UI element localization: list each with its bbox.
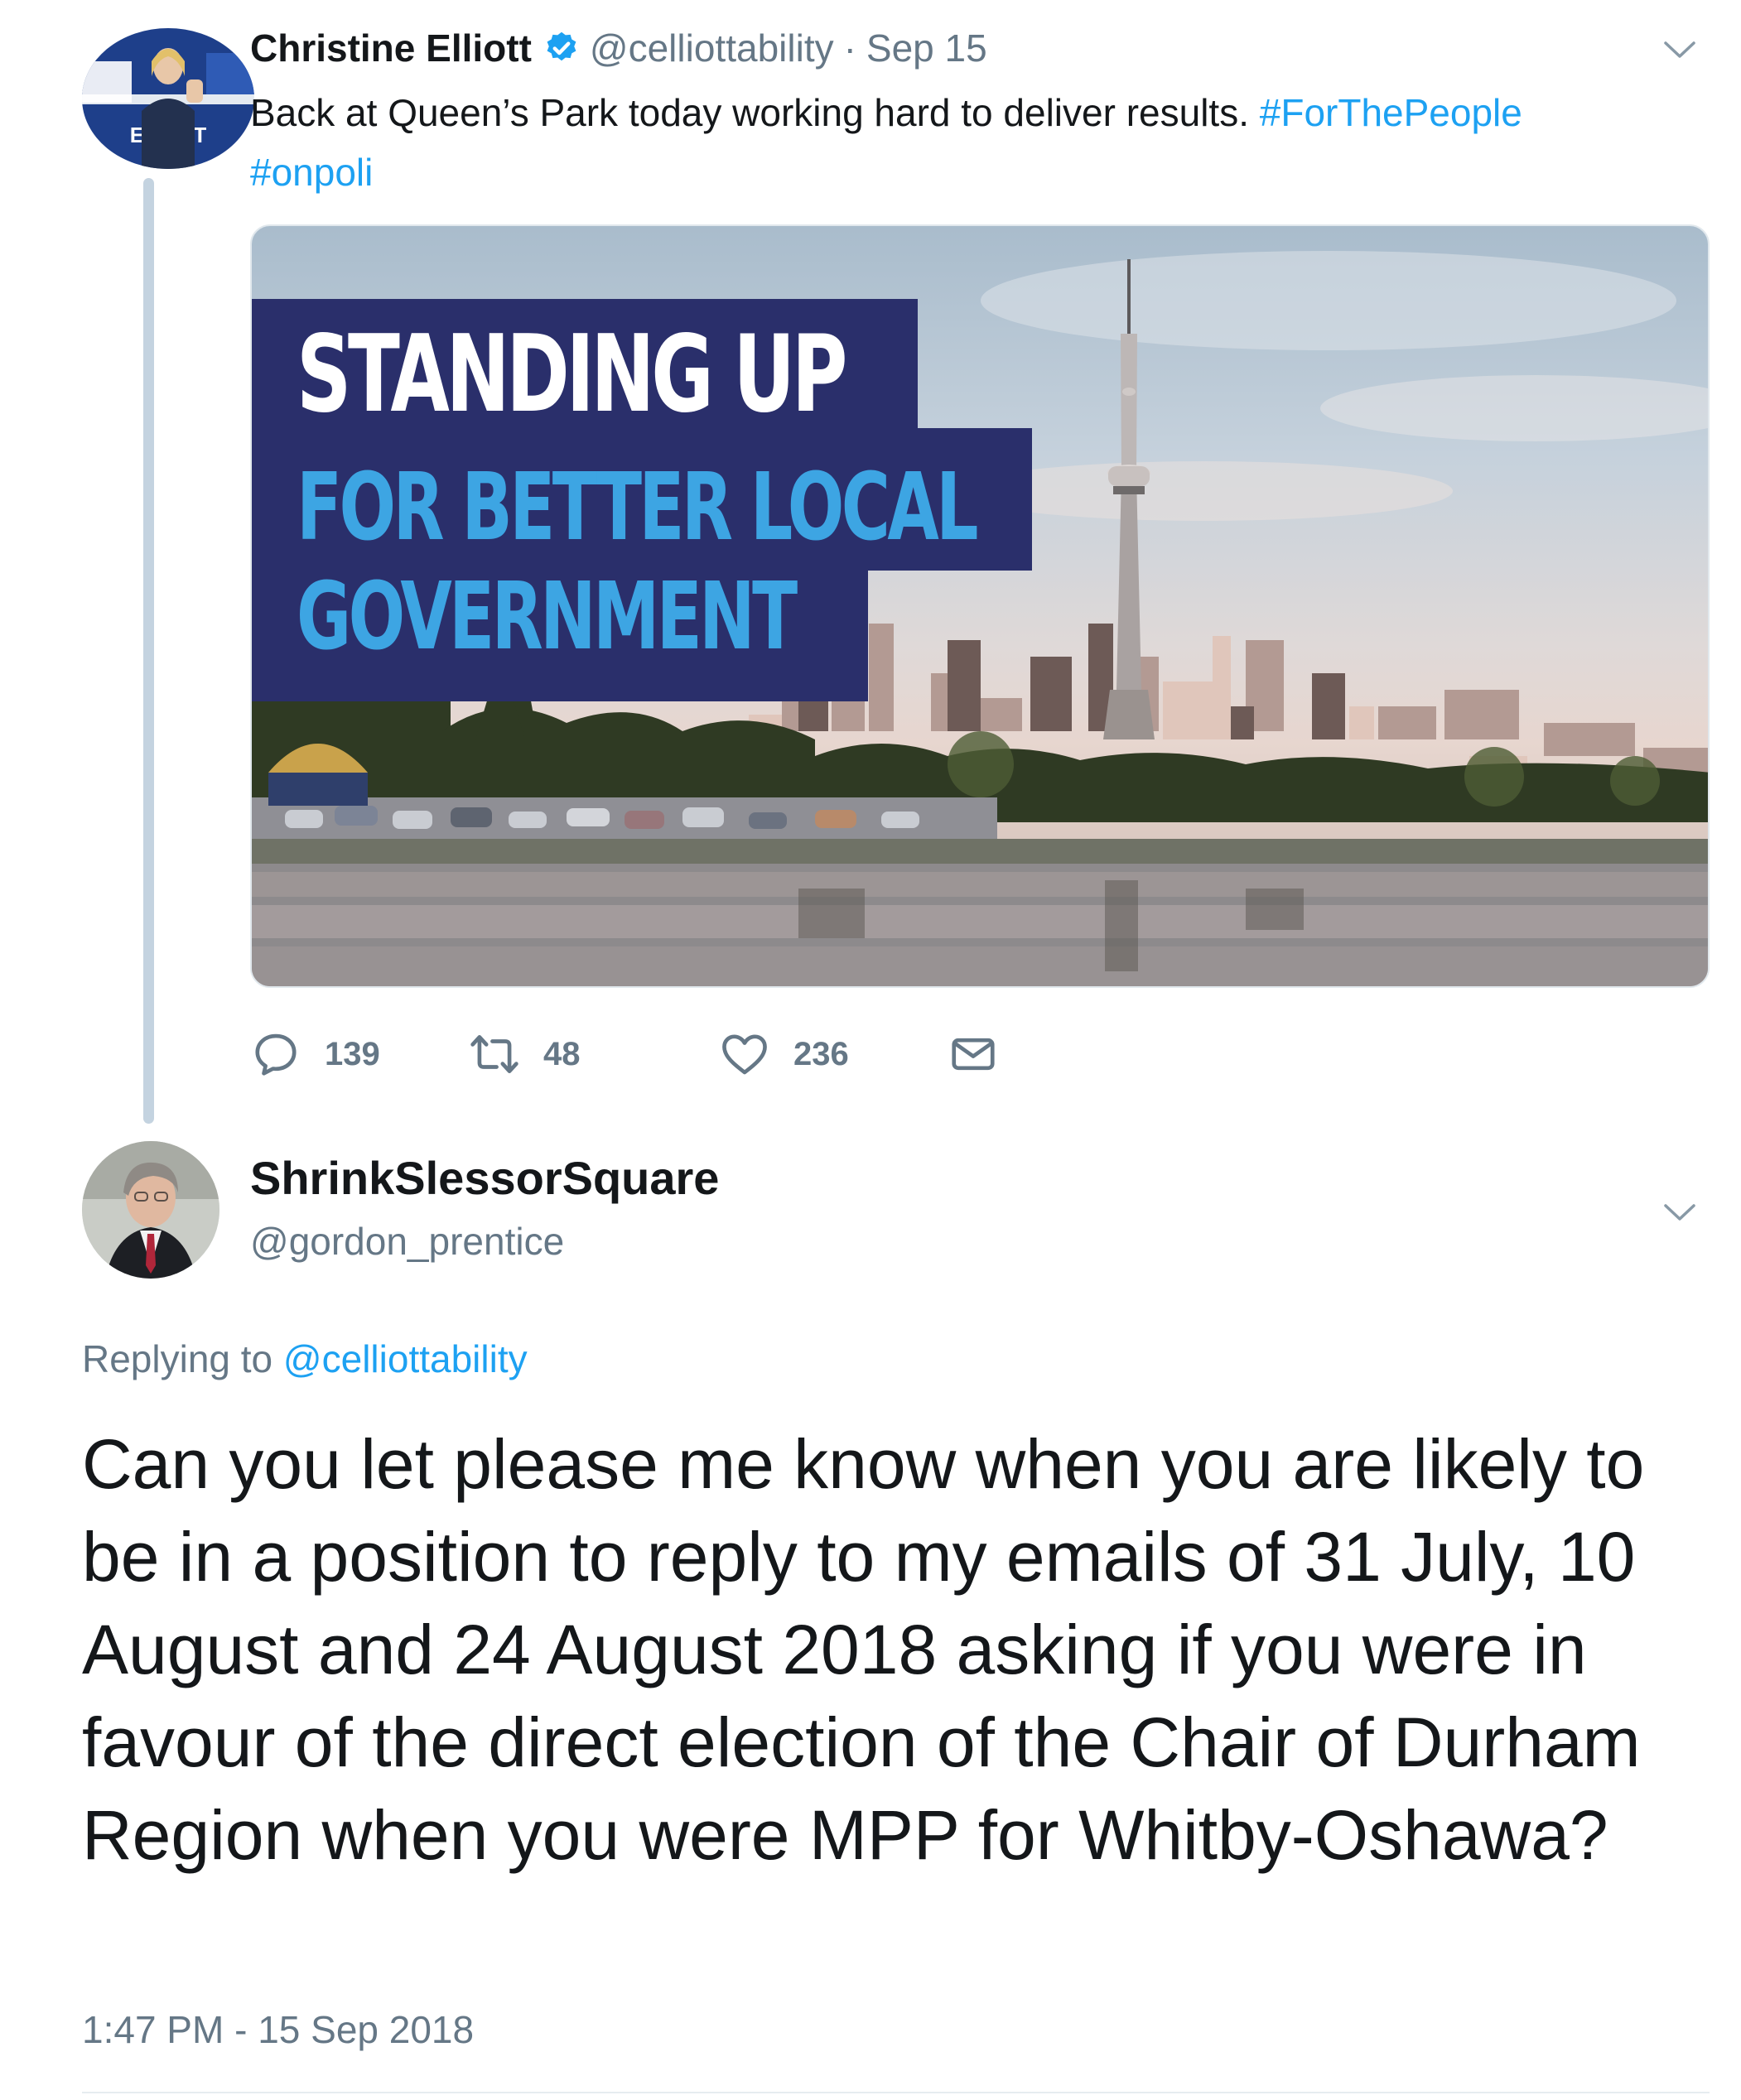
tweet-timestamp[interactable]: 1:47 PM - 15 Sep 2018: [82, 2007, 474, 2052]
tweet-actions: 139 48 236: [250, 1025, 1078, 1083]
author-name[interactable]: ShrinkSlessorSquare: [250, 1151, 719, 1205]
mention-link[interactable]: @celliottability: [283, 1337, 528, 1380]
tweet-body: Back at Queen’s Park today working hard …: [250, 91, 1249, 134]
tweet-date[interactable]: Sep 15: [866, 26, 987, 70]
hashtag-link[interactable]: #onpoli: [250, 151, 373, 194]
author-handle[interactable]: @celliottability: [590, 26, 834, 70]
author-handle[interactable]: @gordon_prentice: [250, 1219, 564, 1264]
banner-subline: FOR BETTER LOCAL: [297, 454, 979, 561]
avatar-photo: Christine ELLIOT: [82, 28, 254, 169]
tweet-header: Christine Elliott @celliottability · Sep…: [250, 23, 987, 73]
replying-to-line: Replying to @celliottability: [82, 1337, 528, 1381]
replying-to-label: Replying to: [82, 1337, 273, 1380]
tweet-media-image[interactable]: STANDING UP FOR BETTER LOCAL GOVERNMENT: [250, 224, 1710, 988]
retweet-button[interactable]: 48: [469, 1025, 581, 1083]
reply-count: 139: [325, 1035, 380, 1072]
like-button[interactable]: 236: [719, 1025, 849, 1083]
chevron-down-icon[interactable]: [1661, 36, 1699, 61]
retweet-count: 48: [543, 1035, 581, 1072]
thread-connector-line: [143, 178, 154, 1124]
divider: [82, 2092, 1710, 2093]
avatar[interactable]: Christine ELLIOT: [82, 28, 254, 169]
direct-message-button[interactable]: [948, 1025, 999, 1083]
heart-icon: [722, 1034, 767, 1075]
avatar-photo: [82, 1141, 219, 1279]
retweet-icon: [470, 1035, 518, 1073]
reply-button[interactable]: 139: [250, 1025, 380, 1083]
verified-badge-icon: [547, 31, 576, 61]
reply-icon: [255, 1033, 297, 1076]
chevron-down-icon[interactable]: [1661, 1199, 1699, 1224]
reply-text: Can you let please me know when you are …: [82, 1425, 1645, 1874]
author-name[interactable]: Christine Elliott: [250, 26, 532, 70]
banner-headline: STANDING UP: [297, 313, 847, 436]
envelope-icon: [952, 1038, 995, 1071]
header-separator: ·: [843, 26, 856, 70]
hashtag-link[interactable]: #ForThePeople: [1260, 91, 1522, 134]
avatar[interactable]: [82, 1141, 219, 1279]
like-count: 236: [793, 1035, 849, 1072]
banner-subline: GOVERNMENT: [297, 563, 798, 671]
tweet-text: Back at Queen’s Park today working hard …: [250, 83, 1675, 202]
